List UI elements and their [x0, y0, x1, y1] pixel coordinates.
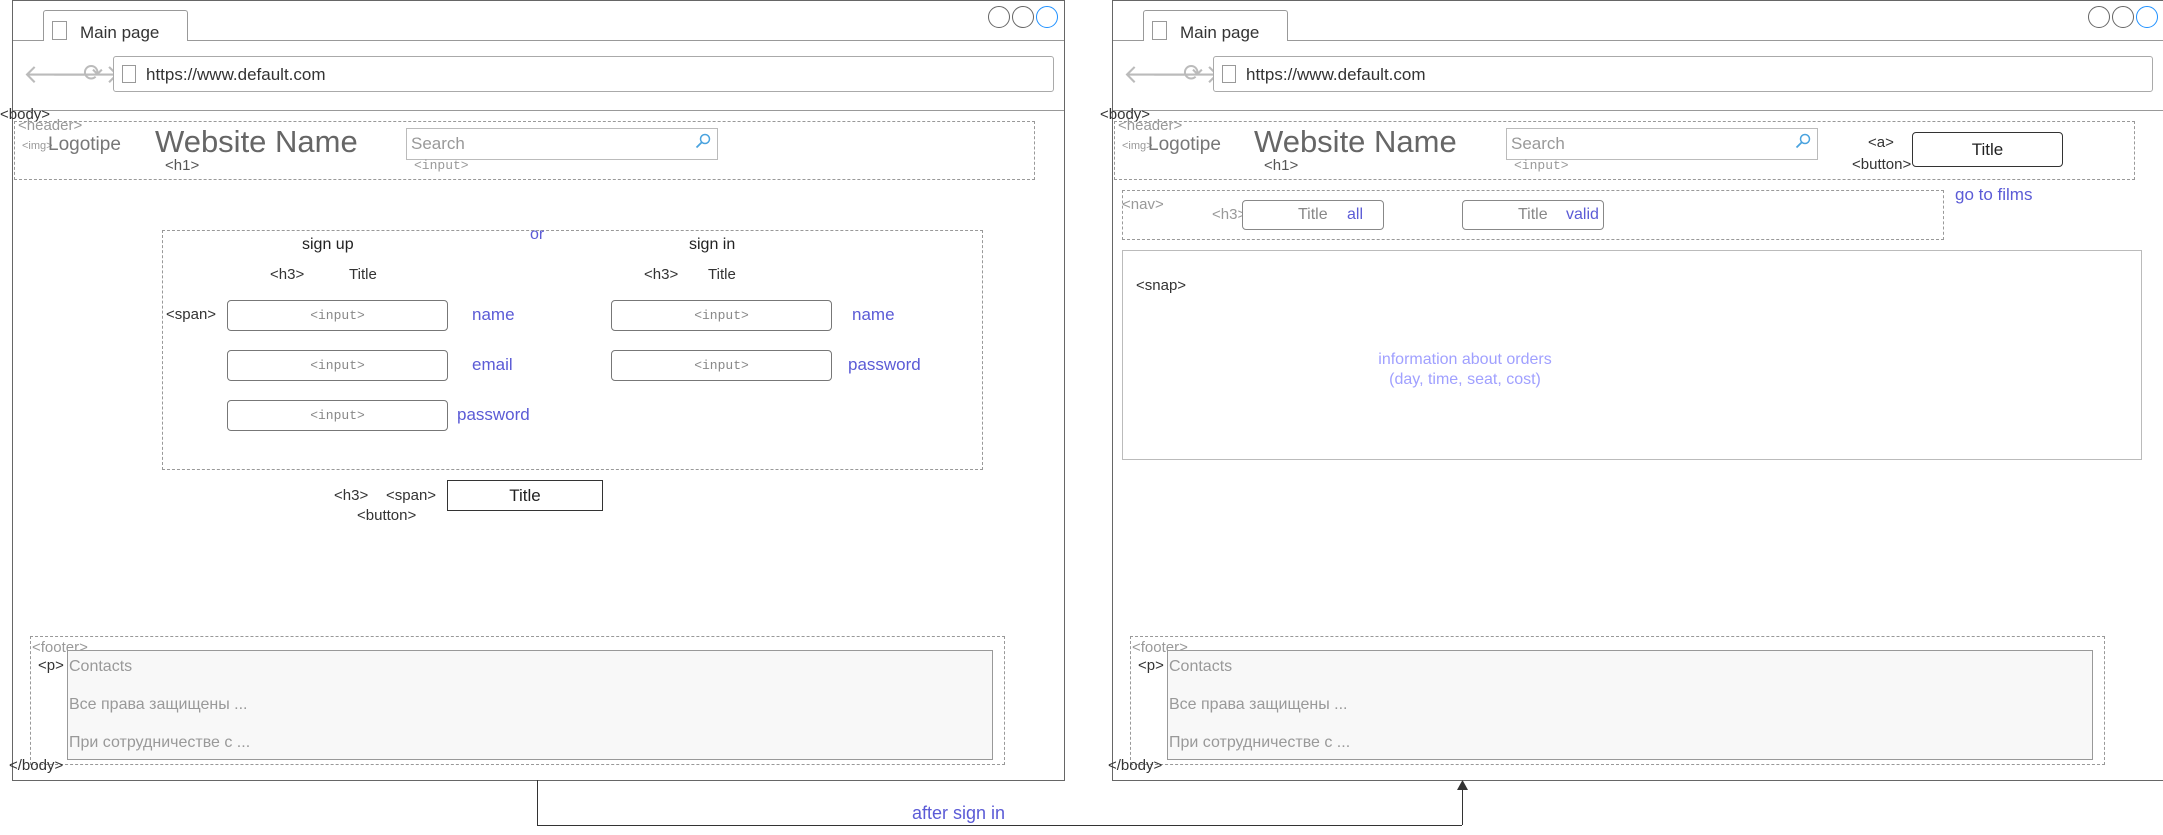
browser-tab[interactable]: Main page [43, 10, 188, 42]
or-label: or [530, 226, 545, 243]
filter-valid-title: Title [1518, 206, 1548, 223]
submit-button[interactable]: Title [447, 480, 603, 511]
search-icon[interactable] [1795, 133, 1811, 149]
tab-title: Main page [1180, 23, 1260, 42]
page-icon [122, 65, 136, 83]
signup-password-input[interactable]: <input> [227, 400, 448, 431]
body-close-tag: </body> [9, 757, 64, 774]
signin-title: Title [708, 266, 736, 283]
input-tag: <input> [414, 158, 469, 173]
footer-partnership: При сотрудничестве с ... [1169, 734, 1351, 751]
footer-contacts: Contacts [1169, 658, 1233, 675]
toolbar-divider [1113, 110, 2163, 111]
snap-tag: <snap> [1136, 277, 1187, 294]
browser-tab[interactable]: Main page [1143, 10, 1288, 42]
signup-h3-tag: <h3> [270, 266, 305, 283]
filter-valid-value: valid [1566, 206, 1599, 223]
signup-email-input[interactable]: <input> [227, 350, 448, 381]
footer-rights: Все права защищены ... [69, 696, 248, 713]
signup-name-input[interactable]: <input> [227, 300, 448, 331]
connector-up [1462, 788, 1463, 825]
connector-label: after sign in [912, 803, 1006, 823]
filter-all-title: Title [1298, 206, 1328, 223]
filter-valid[interactable]: Title valid [1462, 200, 1604, 230]
address-bar[interactable]: https://www.default.com [1213, 56, 2153, 92]
close-button[interactable] [2136, 6, 2158, 28]
h1-tag: <h1> [1264, 157, 1299, 174]
orders-info-line1: information about orders [1378, 351, 1552, 368]
button-tag: <button> [1852, 156, 1912, 173]
address-bar[interactable]: https://www.default.com [113, 56, 1054, 92]
maximize-button[interactable] [2112, 6, 2134, 28]
signup-name-label: name [472, 305, 515, 324]
p-tag: <p> [1138, 657, 1164, 674]
signup-heading: sign up [302, 236, 354, 253]
connector-down [537, 780, 538, 825]
site-name: Website Name [155, 124, 358, 159]
search-placeholder: Search [411, 134, 465, 153]
tab-title: Main page [80, 23, 160, 42]
close-button[interactable] [1036, 6, 1058, 28]
orders-info-line2: (day, time, seat, cost) [1389, 371, 1541, 388]
footer-rights: Все права защищены ... [1169, 696, 1348, 713]
toolbar-divider [13, 110, 1064, 111]
reload-icon[interactable]: ⟳ [83, 61, 103, 87]
header-tag: <header> [1118, 117, 1183, 134]
a-tag: <a> [1868, 134, 1894, 151]
submit-h3-tag: <h3> [334, 487, 369, 504]
submit-span-tag: <span> [386, 487, 437, 504]
url-text: https://www.default.com [146, 65, 326, 84]
logo-text: Logotipe [1148, 134, 1221, 155]
arrowhead-icon [1457, 780, 1468, 790]
nav-tag: <nav> [1122, 196, 1164, 213]
minimize-button[interactable] [2088, 6, 2110, 28]
span-tag: <span> [166, 306, 217, 323]
url-text: https://www.default.com [1246, 65, 1426, 84]
p-tag: <p> [38, 657, 64, 674]
signin-password-input[interactable]: <input> [611, 350, 832, 381]
logo-text: Logotipe [48, 134, 121, 155]
connector-horizontal [537, 825, 1462, 826]
search-input[interactable]: Search [1506, 128, 1818, 160]
maximize-button[interactable] [1012, 6, 1034, 28]
signin-name-label: name [852, 305, 895, 324]
minimize-button[interactable] [988, 6, 1010, 28]
site-name: Website Name [1254, 124, 1457, 159]
search-placeholder: Search [1511, 134, 1565, 153]
reload-icon[interactable]: ⟳ [1183, 61, 1203, 87]
filter-all[interactable]: Title all [1242, 200, 1384, 230]
signin-h3-tag: <h3> [644, 266, 679, 283]
signin-name-input[interactable]: <input> [611, 300, 832, 331]
body-close-tag: </body> [1108, 757, 1163, 774]
footer-partnership: При сотрудничестве с ... [69, 734, 251, 751]
signup-password-label: password [457, 405, 530, 424]
orders-region [1122, 250, 2142, 460]
input-tag: <input> [1514, 158, 1569, 173]
signin-heading: sign in [689, 236, 736, 253]
footer-contacts: Contacts [69, 658, 133, 675]
page-icon [1222, 65, 1236, 83]
page-icon [52, 21, 67, 40]
orders-info: information about orders (day, time, sea… [1330, 350, 1600, 390]
page-icon [1152, 21, 1167, 40]
header-tag: <header> [18, 117, 83, 134]
go-to-films-link[interactable]: go to films [1955, 185, 2032, 205]
signup-email-label: email [472, 355, 513, 374]
search-icon[interactable] [695, 133, 711, 149]
filter-all-value: all [1347, 206, 1364, 223]
signup-title: Title [349, 266, 377, 283]
search-input[interactable]: Search [406, 128, 718, 160]
submit-button-tag: <button> [357, 507, 417, 524]
signin-password-label: password [848, 355, 921, 374]
h1-tag: <h1> [165, 157, 200, 174]
header-account-button[interactable]: Title [1912, 132, 2063, 167]
